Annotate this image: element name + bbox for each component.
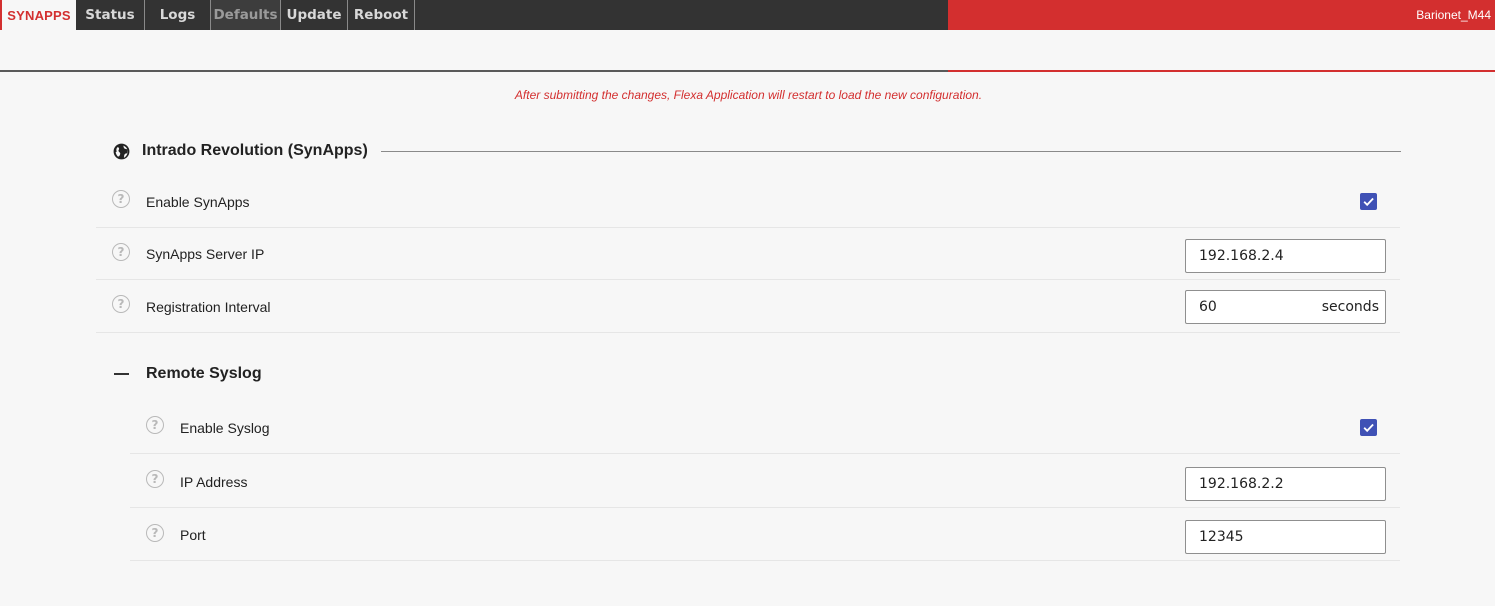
tab-logs[interactable]: Logs bbox=[145, 0, 211, 30]
device-name: Barionet_M44 bbox=[1416, 8, 1491, 22]
interval-unit: seconds bbox=[1321, 299, 1379, 315]
tab-status[interactable]: Status bbox=[76, 0, 145, 30]
help-icon[interactable]: ? bbox=[112, 243, 130, 261]
help-icon[interactable]: ? bbox=[146, 470, 164, 488]
device-banner: Barionet_M44 bbox=[948, 0, 1495, 30]
registration-interval-input[interactable]: 60 seconds bbox=[1185, 290, 1386, 324]
help-icon[interactable]: ? bbox=[146, 524, 164, 542]
help-icon[interactable]: ? bbox=[112, 295, 130, 313]
restart-notice: After submitting the changes, Flexa Appl… bbox=[514, 88, 983, 102]
tab-defaults[interactable]: Defaults bbox=[211, 0, 281, 30]
tab-reboot[interactable]: Reboot bbox=[348, 0, 415, 30]
syslog-ip-input[interactable]: 192.168.2.2 bbox=[1185, 467, 1386, 501]
registration-interval-value: 60 bbox=[1199, 299, 1217, 315]
section-rule bbox=[381, 151, 1401, 152]
check-icon bbox=[1363, 423, 1374, 433]
header-divider-accent bbox=[948, 70, 1495, 72]
help-icon[interactable]: ? bbox=[146, 416, 164, 434]
server-ip-label: SynApps Server IP bbox=[146, 246, 265, 262]
section-title: Intrado Revolution (SynApps) bbox=[142, 142, 368, 159]
globe-icon bbox=[113, 143, 130, 159]
syslog-title: Remote Syslog bbox=[146, 365, 262, 382]
server-ip-input[interactable]: 192.168.2.4 bbox=[1185, 239, 1386, 273]
tab-reboot-label: Reboot bbox=[353, 7, 409, 23]
minus-icon[interactable] bbox=[114, 373, 129, 375]
check-icon bbox=[1363, 197, 1374, 207]
header-divider bbox=[0, 70, 948, 72]
server-ip-value: 192.168.2.4 bbox=[1199, 248, 1284, 264]
tab-status-label: Status bbox=[85, 7, 135, 23]
tab-update-label: Update bbox=[286, 7, 342, 23]
enable-synapps-checkbox[interactable] bbox=[1360, 193, 1377, 210]
registration-interval-label: Registration Interval bbox=[146, 299, 271, 315]
row-syslog-ip: ? IP Address 192.168.2.2 bbox=[130, 456, 1400, 508]
syslog-ip-value: 192.168.2.2 bbox=[1199, 476, 1284, 492]
row-registration-interval: ? Registration Interval 60 seconds bbox=[96, 281, 1400, 333]
section-header: Intrado Revolution (SynApps) bbox=[112, 140, 368, 162]
syslog-port-value: 12345 bbox=[1199, 529, 1244, 545]
syslog-port-label: Port bbox=[180, 527, 206, 543]
tab-defaults-label: Defaults bbox=[213, 7, 278, 23]
row-syslog-port: ? Port 12345 bbox=[130, 509, 1400, 561]
top-nav-bar: SYNAPPS Status Logs Defaults Update Rebo… bbox=[0, 0, 1495, 30]
row-server-ip: ? SynApps Server IP 192.168.2.4 bbox=[96, 228, 1400, 280]
enable-syslog-checkbox[interactable] bbox=[1360, 419, 1377, 436]
enable-syslog-label: Enable Syslog bbox=[180, 420, 270, 436]
enable-synapps-label: Enable SynApps bbox=[146, 194, 250, 210]
syslog-port-input[interactable]: 12345 bbox=[1185, 520, 1386, 554]
tab-logs-label: Logs bbox=[159, 7, 196, 23]
row-enable-syslog: ? Enable Syslog bbox=[130, 402, 1400, 454]
row-enable-synapps: ? Enable SynApps bbox=[96, 176, 1400, 228]
tab-synapps[interactable]: SYNAPPS bbox=[0, 0, 76, 30]
help-icon[interactable]: ? bbox=[112, 190, 130, 208]
tab-update[interactable]: Update bbox=[281, 0, 348, 30]
syslog-ip-label: IP Address bbox=[180, 474, 248, 490]
